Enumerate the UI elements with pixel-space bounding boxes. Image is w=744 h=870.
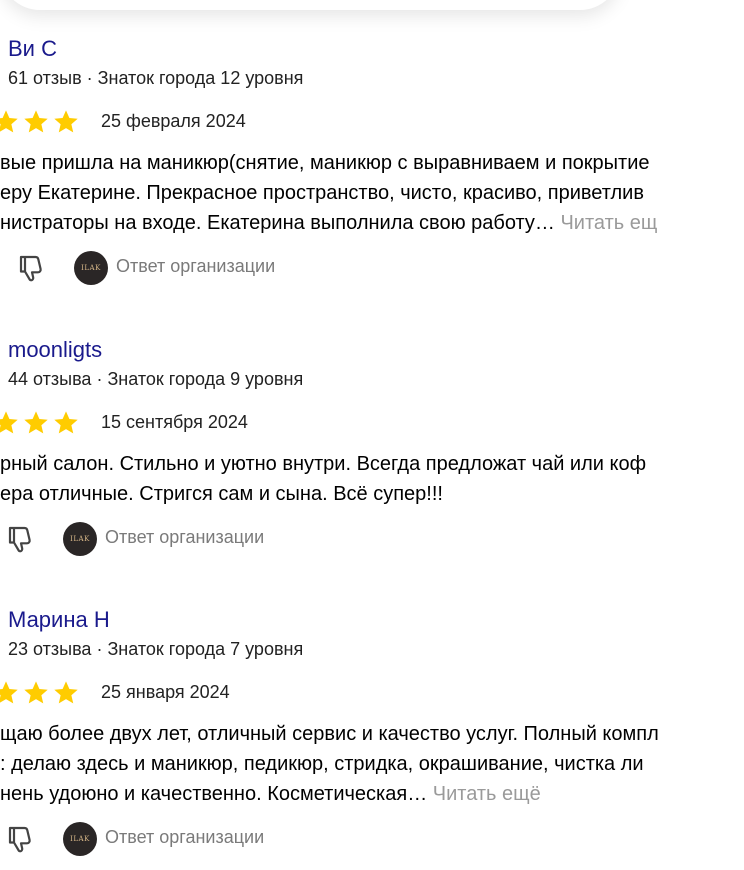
review-text-line: вые пришла на маникюр(снятие, маникюр с … bbox=[0, 152, 650, 174]
top-panel-shadow bbox=[0, 0, 620, 10]
organization-logo-text: ILAK bbox=[70, 835, 90, 843]
star-icon bbox=[52, 409, 80, 437]
organization-logo-text: ILAK bbox=[70, 535, 90, 543]
read-more-link[interactable]: Читать ещё bbox=[433, 783, 541, 805]
review-date: 15 сентября 2024 bbox=[101, 412, 248, 432]
thumbs-down-icon[interactable] bbox=[16, 252, 48, 284]
review-text-line: нистраторы на входе. Екатерина выполнила… bbox=[0, 208, 744, 238]
organization-reply-button[interactable]: Ответ организации bbox=[105, 527, 264, 548]
organization-reply-button[interactable]: Ответ организации bbox=[105, 827, 264, 848]
review-text-line: щаю более двух лет, отличный сервис и ка… bbox=[0, 723, 659, 745]
review-text-line: рный салон. Стильно и уютно внутри. Всег… bbox=[0, 453, 647, 475]
review-text: вые пришла на маникюр(снятие, маникюр с … bbox=[0, 148, 744, 238]
review-author-meta: 23 отзыва · Знаток города 7 уровня bbox=[8, 639, 304, 659]
review-text-fragment: нень удоюно и качественно. Косметическая… bbox=[0, 783, 428, 805]
organization-logo: ILAK bbox=[74, 251, 108, 285]
star-icon bbox=[0, 108, 20, 136]
review-text: щаю более двух лет, отличный сервис и ка… bbox=[0, 719, 744, 809]
review-text-fragment: нистраторы на входе. Екатерина выполнила… bbox=[0, 212, 555, 234]
read-more-link[interactable]: Читать ещ bbox=[560, 212, 657, 234]
organization-reply-button[interactable]: Ответ организации bbox=[116, 256, 275, 277]
review-author-name[interactable]: Марина Н bbox=[8, 607, 110, 633]
star-icon bbox=[52, 108, 80, 136]
rating-stars bbox=[0, 679, 82, 707]
review-author-name[interactable]: Ви С bbox=[8, 36, 57, 62]
organization-logo: ILAK bbox=[63, 522, 97, 556]
review-date: 25 февраля 2024 bbox=[101, 111, 246, 131]
organization-logo: ILAK bbox=[63, 822, 97, 856]
review-date: 25 января 2024 bbox=[101, 682, 230, 702]
star-icon bbox=[52, 679, 80, 707]
review-author-meta: 61 отзыв · Знаток города 12 уровня bbox=[8, 68, 304, 88]
star-icon bbox=[22, 679, 50, 707]
thumbs-down-icon[interactable] bbox=[5, 523, 37, 555]
review-actions: ILAK Ответ организации bbox=[0, 519, 744, 559]
review-text: рный салон. Стильно и уютно внутри. Всег… bbox=[0, 449, 744, 509]
review-text-line: : делаю здесь и маникюр, педикюр, стридк… bbox=[0, 753, 644, 775]
star-icon bbox=[0, 409, 20, 437]
star-icon bbox=[22, 409, 50, 437]
organization-logo-text: ILAK bbox=[81, 264, 101, 272]
review-text-line: нень удоюно и качественно. Косметическая… bbox=[0, 779, 744, 809]
review-text-line: ера отличные. Стригся сам и сына. Всё су… bbox=[0, 483, 443, 505]
review-author-name[interactable]: moonligts bbox=[8, 337, 102, 363]
rating-stars bbox=[0, 409, 82, 437]
rating-stars bbox=[0, 108, 82, 136]
review-text-line: еру Екатерине. Прекрасное пространство, … bbox=[0, 182, 644, 204]
star-icon bbox=[22, 108, 50, 136]
review-actions: ILAK Ответ организации bbox=[0, 248, 744, 288]
review-author-meta: 44 отзыва · Знаток города 9 уровня bbox=[8, 369, 304, 389]
star-icon bbox=[0, 679, 20, 707]
thumbs-down-icon[interactable] bbox=[5, 823, 37, 855]
review-actions: ILAK Ответ организации bbox=[0, 819, 744, 859]
